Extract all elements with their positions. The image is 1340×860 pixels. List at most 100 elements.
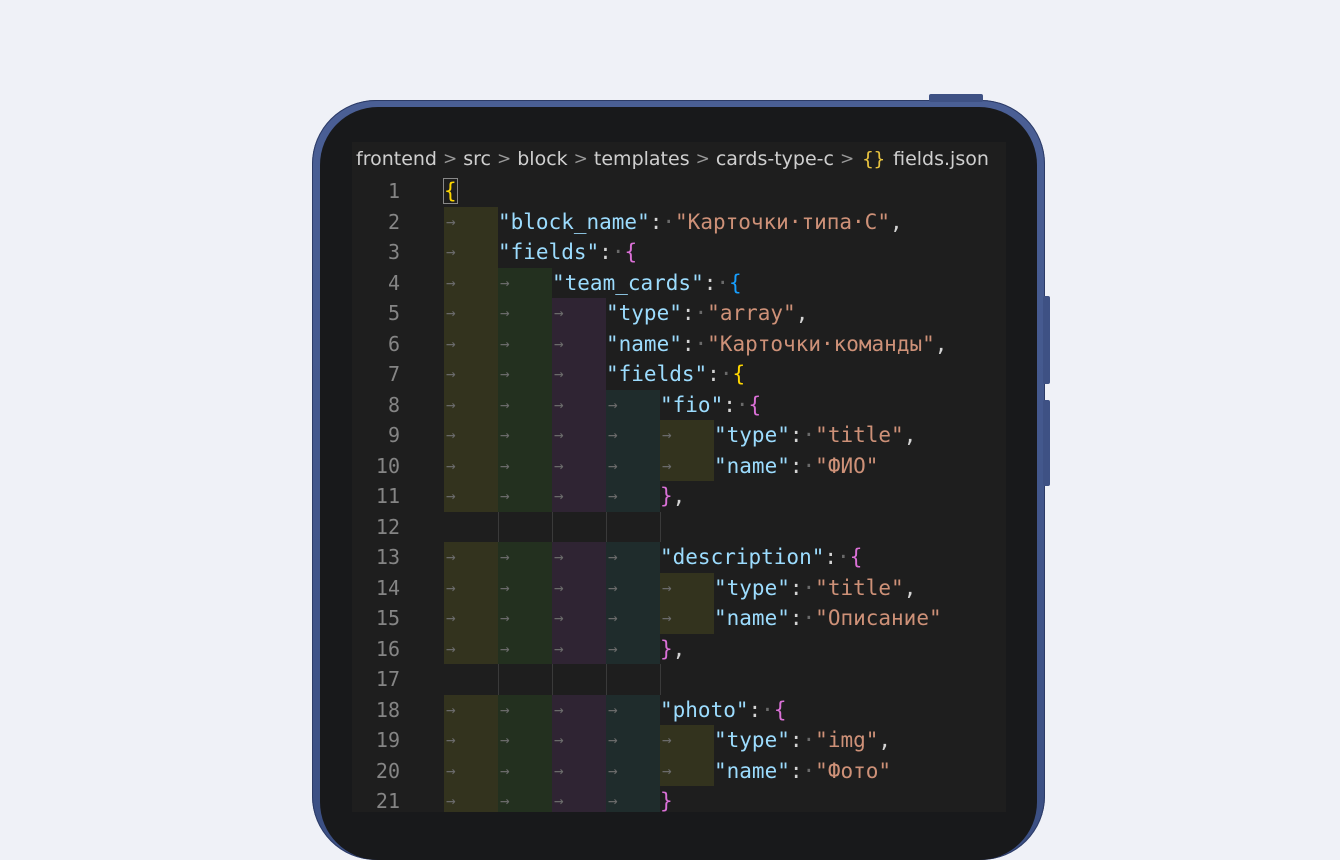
code-line[interactable]: 6 → → → "name":·"Карточки·команды", (352, 328, 1006, 359)
indent-block: → (606, 450, 660, 481)
code-area[interactable]: 1{2 → "block_name":·"Карточки·типа·С", 3 → "f… (352, 176, 1006, 812)
breadcrumb-item-block[interactable]: block (517, 148, 567, 170)
indent-block: → (498, 542, 552, 573)
code-line[interactable]: 12 (352, 511, 1006, 542)
code-line[interactable]: 10 → → → → → "name":·"ФИО" (352, 450, 1006, 482)
token-p: : (789, 728, 803, 752)
token-p: , (672, 484, 686, 508)
code-line[interactable]: 3 → "fields":·{ (352, 237, 1006, 268)
indent-block: → (444, 450, 498, 481)
code-line[interactable]: 13 → → → → "description":·{ (352, 542, 1006, 573)
code-text: "type":·"title", (714, 573, 916, 604)
code-line[interactable]: 17 (352, 664, 1006, 695)
tab-arrow-icon: → (608, 791, 618, 810)
token-dot: · (802, 453, 816, 478)
indent-block: → (498, 725, 552, 756)
indent-block: → (444, 481, 498, 512)
indent-block: → (444, 542, 498, 573)
token-k: "name" (714, 606, 790, 630)
tab-arrow-icon: → (446, 760, 456, 780)
tab-arrow-icon: → (446, 364, 456, 383)
code-line[interactable]: 11 → → → →}, (352, 481, 1006, 512)
token-k: "name" (606, 331, 682, 356)
token-b2: { (748, 392, 762, 417)
token-p: : (681, 301, 695, 325)
tab-arrow-icon: → (446, 211, 456, 231)
tab-arrow-icon: → (554, 547, 564, 566)
code-line[interactable]: 15 → → → → → "name":·"Описание" (352, 603, 1006, 634)
tab-arrow-icon: → (554, 730, 564, 749)
indent-block: → (552, 633, 606, 664)
token-b2: } (660, 789, 673, 812)
code-line[interactable]: 4 → → "team_cards":·{ (352, 267, 1006, 298)
tab-arrow-icon: → (662, 425, 672, 444)
indent-block: → (552, 786, 606, 812)
token-b1: { (732, 362, 746, 386)
breadcrumb-item-templates[interactable]: templates (594, 148, 690, 170)
code-line[interactable]: 18 → → → → "photo":·{ (352, 694, 1006, 726)
line-number: 5 (387, 301, 400, 325)
code-line[interactable]: 19 → → → → → "type":·"img", (352, 725, 1006, 756)
indent-block: → (498, 450, 552, 481)
token-p: , (889, 209, 903, 234)
indent-block: → (606, 542, 660, 573)
code-line[interactable]: 9 → → → → → "type":·"title", (352, 420, 1006, 451)
code-line[interactable]: 1{ (352, 176, 1006, 207)
indent-block: → (498, 298, 552, 329)
indent-block: → (444, 420, 498, 451)
token-s: "array" (707, 301, 796, 325)
tab-arrow-icon: → (554, 364, 564, 383)
tab-arrow-icon: → (446, 608, 456, 627)
indent-block: → (444, 572, 498, 603)
code-line[interactable]: 2 → "block_name":·"Карточки·типа·С", (352, 206, 1006, 237)
breadcrumb-item-src[interactable]: src (463, 148, 491, 170)
tab-arrow-icon: → (608, 760, 618, 780)
token-p: : (707, 362, 720, 386)
tab-arrow-icon: → (554, 760, 564, 780)
token-dot: · (802, 423, 816, 447)
tab-arrow-icon: → (554, 425, 564, 444)
code-text: "name":·"ФИО" (714, 451, 878, 482)
tab-arrow-icon: → (554, 638, 564, 658)
indent-block: → (606, 481, 660, 512)
tab-arrow-icon: → (662, 577, 672, 597)
code-text: "fio":·{ (660, 390, 761, 421)
breadcrumb-item-file[interactable]: fields.json (893, 148, 989, 170)
token-p: : (789, 758, 803, 783)
code-text: "photo":·{ (660, 695, 786, 726)
chevron-right-icon: > (443, 149, 458, 169)
tab-arrow-icon: → (500, 608, 510, 627)
tab-arrow-icon: → (662, 608, 672, 627)
code-text: "type":·"array", (606, 298, 808, 329)
indent-block: → (660, 725, 714, 756)
code-text: } (660, 786, 673, 812)
tab-arrow-icon: → (500, 455, 510, 475)
token-k: "name" (714, 453, 790, 478)
line-number: 18 (375, 697, 400, 722)
code-line[interactable]: 7 → → → "fields":·{ (352, 359, 1006, 390)
code-line[interactable]: 8 → → → → "fio":·{ (352, 389, 1006, 421)
token-k: "type" (714, 575, 790, 600)
indent-block: → (552, 542, 606, 573)
tab-arrow-icon: → (608, 425, 618, 444)
code-text: "fields":·{ (498, 237, 637, 268)
chevron-right-icon: > (839, 149, 855, 169)
code-line[interactable]: 21 → → → →} (352, 786, 1006, 812)
tab-arrow-icon: → (500, 638, 510, 658)
code-line[interactable]: 5 → → → "type":·"array", (352, 298, 1006, 329)
code-line[interactable]: 14 → → → → → "type":·"title", (352, 572, 1006, 604)
line-number: 12 (375, 514, 400, 539)
token-dot: · (802, 758, 816, 783)
breadcrumb-item-frontend[interactable]: frontend (356, 148, 437, 170)
code-line[interactable]: 16 → → → →}, (352, 633, 1006, 664)
indent-block: → (552, 603, 606, 634)
code-line[interactable]: 20 → → → → → "name":·"Фото" (352, 755, 1006, 786)
code-text: "fields":·{ (606, 359, 745, 390)
token-k: "name" (714, 758, 790, 783)
tab-arrow-icon: → (500, 760, 510, 780)
tab-arrow-icon: → (662, 455, 672, 475)
token-p: : (824, 545, 838, 569)
tab-arrow-icon: → (608, 486, 618, 505)
power-button (929, 94, 983, 102)
breadcrumb-item-cards-type-c[interactable]: cards-type-c (716, 148, 834, 170)
